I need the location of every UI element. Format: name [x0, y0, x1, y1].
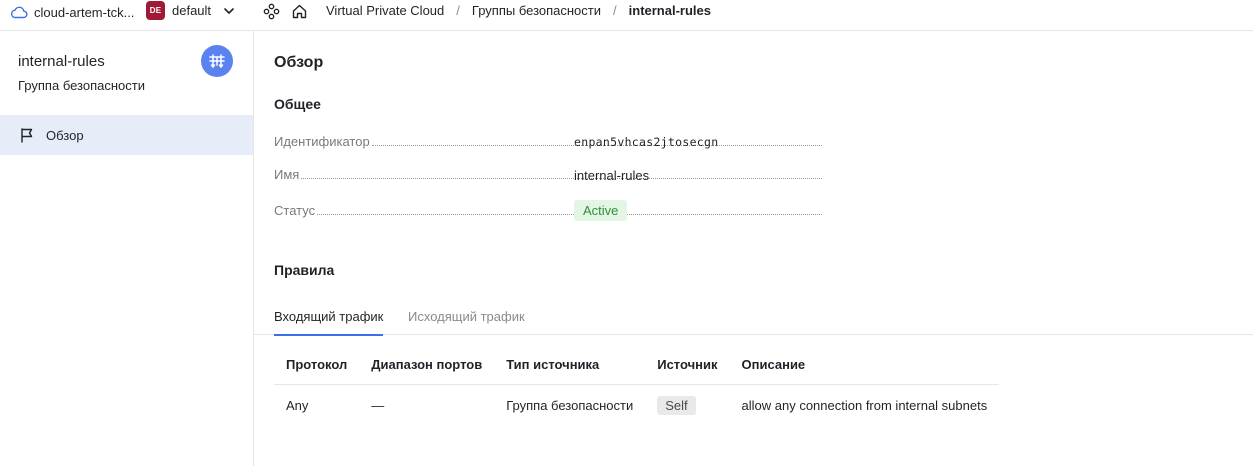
cell-description: allow any connection from internal subne… — [741, 398, 988, 414]
field-label-id: Идентификатор — [274, 134, 370, 149]
cloud-selector[interactable]: cloud-artem-tck... — [10, 3, 134, 21]
field-label-status: Статус — [274, 203, 316, 218]
cloud-icon — [10, 6, 28, 19]
wall-icon — [209, 54, 225, 68]
field-row-name: Имя — [274, 167, 824, 182]
cell-port-range: — — [371, 398, 385, 414]
column-header-protocol: Протокол — [274, 345, 360, 385]
field-row-status: Статус — [274, 203, 824, 218]
folder-name: default — [172, 3, 212, 18]
table-row[interactable]: Any — Группа безопасности Self allow any… — [274, 384, 999, 427]
top-header: cloud-artem-tck... DE default Virtual Pr… — [0, 0, 1253, 31]
breadcrumb-current: internal-rules — [628, 3, 711, 18]
sidebar-subtitle: Группа безопасности — [18, 78, 145, 93]
folder-badge: DE — [146, 1, 165, 20]
rules-table: Протокол Диапазон портов Тип источника И… — [274, 345, 1000, 427]
section-title-rules: Правила — [274, 262, 335, 278]
sidebar-title: internal-rules — [18, 53, 105, 70]
cell-source-type: Группа безопасности — [506, 398, 634, 414]
status-badge: Active — [574, 200, 628, 221]
column-header-port-range: Диапазон портов — [359, 345, 495, 385]
field-value-id: enpan5vhcas2jtosecgn — [574, 135, 719, 149]
column-header-source: Источник — [645, 345, 730, 385]
chevron-down-icon[interactable] — [223, 5, 235, 17]
sidebar-item-label: Обзор — [46, 127, 84, 143]
flag-icon — [21, 128, 33, 143]
leader-dots — [301, 178, 822, 179]
column-header-source-type: Тип источника — [494, 345, 646, 385]
leader-dots — [317, 214, 822, 215]
breadcrumb-security-groups[interactable]: Группы безопасности — [472, 3, 601, 18]
breadcrumb-separator: / — [613, 3, 617, 18]
breadcrumb-vpc[interactable]: Virtual Private Cloud — [326, 3, 444, 18]
cloud-name: cloud-artem-tck... — [34, 4, 135, 20]
folder-selector[interactable]: DE default — [146, 1, 235, 20]
breadcrumb-separator: / — [456, 3, 460, 18]
main-content: Обзор Общее Идентификатор enpan5vhcas2jt… — [254, 31, 1253, 466]
breadcrumb: Virtual Private Cloud / Группы безопасно… — [326, 3, 711, 18]
section-title-general: Общее — [274, 96, 321, 112]
tab-ingress[interactable]: Входящий трафик — [274, 309, 384, 336]
table-header-row: Протокол Диапазон портов Тип источника И… — [274, 345, 1000, 385]
sidebar-item-overview[interactable]: Обзор — [0, 115, 253, 155]
field-label-name: Имя — [274, 167, 300, 182]
field-row-id: Идентификатор — [274, 134, 824, 149]
field-value-name: internal-rules — [574, 168, 650, 183]
home-icon[interactable] — [291, 3, 308, 20]
services-icon[interactable] — [263, 3, 280, 20]
column-header-description: Описание — [729, 345, 1000, 385]
cell-protocol: Any — [286, 398, 309, 414]
cell-source: Self — [645, 384, 729, 427]
page-title: Обзор — [274, 54, 324, 71]
tab-egress[interactable]: Исходящий трафик — [408, 309, 525, 324]
traffic-tabs: Входящий трафик Исходящий трафик — [254, 303, 1253, 336]
sidebar: internal-rules Группа безопасности Обзор — [0, 31, 254, 466]
security-group-icon — [201, 45, 233, 77]
source-badge: Self — [657, 396, 696, 416]
